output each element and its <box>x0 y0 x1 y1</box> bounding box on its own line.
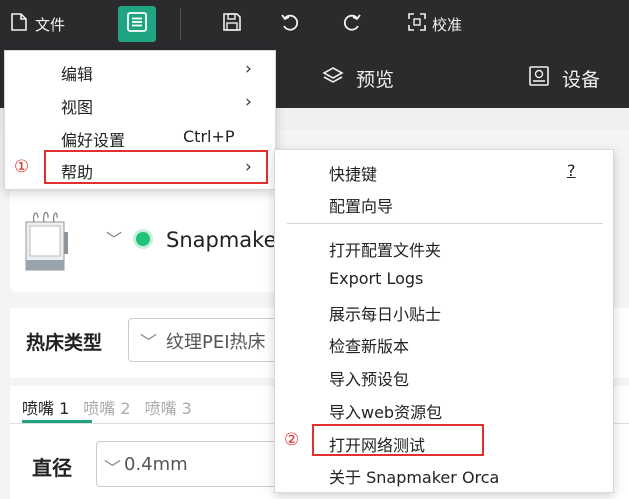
nozzle-tabs: 喷嘴 1 喷嘴 2 喷嘴 3 <box>22 395 206 419</box>
menu-item-label: 关于 Snapmaker Orca <box>329 468 500 487</box>
menu-list-icon <box>126 11 148 37</box>
tab-nozzle-3[interactable]: 喷嘴 3 <box>145 395 192 419</box>
bed-type-value: 纹理PEI热床 <box>166 332 266 353</box>
calibration-icon <box>408 13 426 35</box>
undo-button[interactable] <box>280 0 300 48</box>
help-highlight-box <box>44 150 268 184</box>
menu-item-label: 打开配置文件夹 <box>329 241 442 260</box>
menu-item-shortcuts[interactable]: 快捷键 ? <box>275 155 613 187</box>
printer-name: Snapmake <box>166 228 277 252</box>
menu-separator <box>287 223 603 224</box>
redo-icon <box>342 12 362 36</box>
menu-item-label: 编辑 <box>61 65 94 84</box>
tab-device[interactable]: 设备 <box>528 48 600 108</box>
calibration-button[interactable]: 校准 <box>408 0 462 48</box>
menu-item-setup-wizard[interactable]: 配置向导 <box>275 187 613 219</box>
layers-icon <box>322 65 344 92</box>
chevron-right-icon: › <box>245 59 252 79</box>
menu-item-import-presets[interactable]: 导入预设包 <box>275 360 613 392</box>
menu-item-label: 展示每日小贴士 <box>329 305 442 324</box>
top-toolbar: 文件 校准 <box>0 0 629 48</box>
menu-item-label: 偏好设置 <box>61 131 126 150</box>
menu-item-label: 快捷键 <box>329 165 378 184</box>
menu-item-label: Export Logs <box>329 269 424 288</box>
network-test-highlight-box <box>312 424 484 456</box>
menu-item-import-web-resources[interactable]: 导入web资源包 <box>275 393 613 425</box>
bed-type-label: 热床类型 <box>26 332 103 354</box>
step-1-marker: ① <box>14 157 30 177</box>
step-2-marker: ② <box>284 430 300 450</box>
tab-nozzle-2[interactable]: 喷嘴 2 <box>83 395 130 419</box>
calibration-label: 校准 <box>432 15 463 34</box>
main-menu-button[interactable] <box>118 6 156 42</box>
tab-preview-label: 预览 <box>356 68 395 91</box>
menu-item-about[interactable]: 关于 Snapmaker Orca <box>275 458 613 490</box>
diameter-label: 直径 <box>32 456 72 480</box>
menu-item-shortcut: Ctrl+P <box>183 127 235 146</box>
menu-item-preferences[interactable]: 偏好设置 Ctrl+P <box>5 120 275 153</box>
menu-item-open-config-folder[interactable]: 打开配置文件夹 <box>275 231 613 263</box>
redo-button[interactable] <box>342 0 362 48</box>
tab-nozzle-1[interactable]: 喷嘴 1 <box>22 395 69 419</box>
diameter-value: 0.4mm <box>124 454 188 475</box>
tab-preview[interactable]: 预览 <box>322 48 394 108</box>
menu-item-edit[interactable]: 编辑 › <box>5 54 275 87</box>
printer-image <box>22 208 70 274</box>
menu-item-shortcut: ? <box>567 161 576 180</box>
status-dot <box>136 232 150 246</box>
undo-icon <box>280 12 300 36</box>
menu-item-label: 检查新版本 <box>329 337 410 356</box>
menu-item-daily-tips[interactable]: 展示每日小贴士 <box>275 295 613 327</box>
menu-item-label: 视图 <box>61 98 94 117</box>
menu-item-label: 配置向导 <box>329 197 394 216</box>
chevron-down-icon[interactable]: ﹀ <box>106 226 122 250</box>
file-menu-button[interactable]: 文件 <box>10 0 65 48</box>
chevron-down-icon: ﹀ <box>104 459 121 479</box>
menu-item-view[interactable]: 视图 › <box>5 87 275 120</box>
save-button[interactable] <box>222 0 242 48</box>
save-icon <box>222 12 242 36</box>
menu-item-label: 导入web资源包 <box>329 403 443 422</box>
tab-device-label: 设备 <box>562 68 601 91</box>
menu-item-export-logs[interactable]: Export Logs <box>275 263 613 295</box>
file-menu-label: 文件 <box>35 15 66 34</box>
chevron-right-icon: › <box>245 92 252 112</box>
chevron-down-icon: ﹀ <box>140 333 157 353</box>
monitor-icon <box>528 65 550 92</box>
menu-item-label: 导入预设包 <box>329 370 410 389</box>
menu-item-check-update[interactable]: 检查新版本 <box>275 327 613 359</box>
file-icon <box>10 12 28 36</box>
toolbar-divider <box>180 8 181 40</box>
